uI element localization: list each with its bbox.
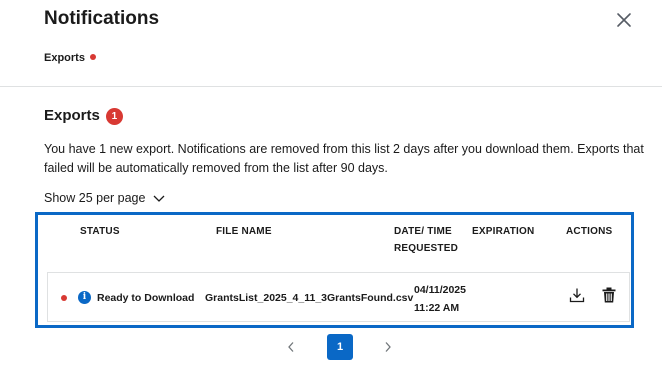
chevron-down-icon	[154, 195, 165, 202]
column-header-status: STATUS	[80, 226, 120, 237]
chevron-right-icon[interactable]	[383, 341, 393, 353]
per-page-select[interactable]: Show 25 per page	[44, 191, 165, 205]
trash-icon[interactable]	[602, 287, 616, 303]
unread-dot	[61, 295, 67, 301]
tab-exports[interactable]: Exports	[44, 52, 96, 64]
status-text: Ready to Download	[97, 292, 195, 304]
request-time-text: 11:22 AM	[414, 302, 460, 314]
download-icon[interactable]	[569, 287, 585, 303]
chevron-left-icon[interactable]	[286, 341, 296, 353]
section-title: Exports 1	[44, 107, 123, 125]
file-name-text: GrantsList_2025_4_11_3GrantsFound.csv	[205, 292, 414, 304]
description-text: You have 1 new export. Notifications are…	[44, 142, 644, 175]
info-icon: i	[78, 291, 91, 304]
column-header-date-time: DATE/ TIME REQUESTED	[394, 226, 459, 254]
column-header-expiration: EXPIRATION	[472, 226, 535, 237]
pagination-current-page[interactable]: 1	[327, 334, 353, 360]
per-page-label: Show 25 per page	[44, 191, 146, 205]
close-icon[interactable]	[616, 12, 632, 28]
tab-exports-label: Exports	[44, 52, 85, 64]
section-title-label: Exports	[44, 107, 100, 124]
column-header-file-name: FILE NAME	[216, 226, 272, 237]
tab-bar: Exports	[0, 44, 662, 87]
request-date-text: 04/11/2025	[414, 284, 466, 296]
new-indicator-dot	[89, 54, 96, 61]
page-title: Notifications	[44, 8, 160, 29]
column-header-actions: ACTIONS	[566, 226, 613, 237]
count-badge: 1	[105, 108, 123, 125]
